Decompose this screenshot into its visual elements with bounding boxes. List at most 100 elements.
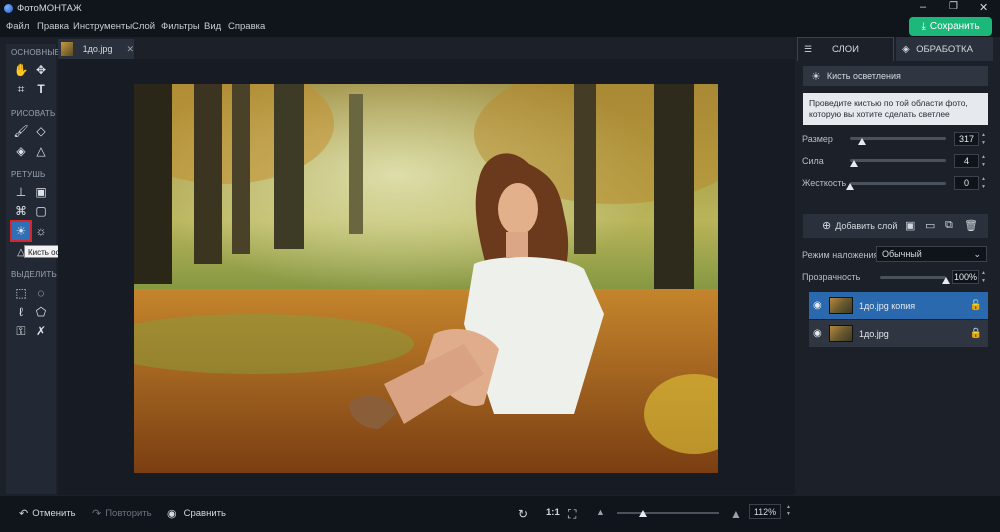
patch-tool-icon[interactable]: ▣ — [32, 183, 50, 201]
blend-mode-select[interactable]: Обычный ⌄ — [876, 246, 987, 262]
sliders-icon: ☰ — [804, 44, 813, 54]
strength-slider[interactable] — [850, 159, 946, 162]
zoom-slider[interactable] — [617, 512, 719, 514]
zoom-in-icon[interactable]: ▲ — [730, 507, 742, 521]
lock-icon[interactable]: 🔒 — [970, 328, 982, 339]
text-tool-icon[interactable]: T — [32, 80, 50, 98]
duplicate-layer-icon[interactable]: ⧉ — [945, 219, 953, 232]
strength-input[interactable]: 4 — [954, 154, 979, 168]
autumn-portrait-photo — [134, 84, 718, 473]
undo-label: Отменить — [32, 508, 76, 519]
hardness-input[interactable]: 0 — [954, 176, 979, 190]
plus-circle-icon: ⊕ — [822, 220, 832, 232]
zoom-value: 112% — [753, 506, 777, 517]
ratio-button[interactable]: 1:1 — [546, 507, 560, 518]
strength-slider-thumb[interactable] — [849, 160, 858, 167]
fill-tool-icon[interactable]: ◈ — [12, 142, 30, 160]
strength-label: Сила — [802, 156, 824, 166]
unlock-icon[interactable]: 🔓 — [970, 300, 982, 311]
save-button[interactable]: ⤓ Сохранить — [909, 17, 992, 36]
compare-label: Сравнить — [183, 508, 226, 519]
eye-icon[interactable]: ◉ — [813, 328, 822, 339]
opacity-slider[interactable] — [880, 276, 946, 279]
menu-edit[interactable]: Правка — [37, 21, 69, 32]
size-input[interactable]: 317 — [954, 132, 979, 146]
document-thumbnail — [61, 42, 73, 56]
tab-processing-label: ОБРАБОТКА — [916, 43, 973, 55]
crop-tool-icon[interactable]: ⌗ — [12, 80, 30, 98]
stamp-tool-icon[interactable]: ⊥ — [12, 183, 30, 201]
dodge-brush-tool-icon[interactable]: ☀ — [10, 220, 32, 242]
eraser-tool-icon[interactable]: ◇ — [32, 122, 50, 140]
ellipse-select-icon[interactable]: ◌ — [32, 284, 50, 302]
poly-lasso-icon[interactable]: ⬠ — [32, 303, 50, 321]
zoom-slider-thumb[interactable] — [638, 510, 647, 517]
add-image-icon[interactable]: ▣ — [905, 219, 915, 232]
magic-select-icon[interactable]: ⚿ — [12, 322, 30, 340]
chevron-down-icon: ⌄ — [973, 248, 981, 259]
tab-layers[interactable]: ☰ СЛОИ — [797, 37, 894, 61]
undo-icon: ↶ — [19, 508, 29, 520]
menu-filters[interactable]: Фильтры — [161, 21, 200, 32]
menu-tools[interactable]: Инструменты — [73, 21, 132, 32]
opacity-input[interactable]: 100% — [952, 270, 979, 284]
tool-header-label: Кисть осветления — [826, 71, 901, 81]
redo-icon: ↷ — [92, 508, 102, 520]
layer-row[interactable]: ◉ 1до.jpg 🔒 — [809, 320, 988, 347]
close-tab-icon[interactable]: ✕ — [126, 44, 134, 55]
section-basic: ОСНОВНЫЕ — [11, 48, 61, 57]
maximize-button[interactable]: ❐ — [949, 1, 958, 12]
document-tab[interactable]: 1до.jpg ✕ — [58, 39, 134, 59]
hardness-slider[interactable] — [850, 182, 946, 185]
redo-button[interactable]: ↷ Повторить — [92, 507, 152, 520]
zoom-stepper[interactable]: ▲ ▼ — [786, 504, 791, 518]
healing-tool-icon[interactable]: ⌘ — [12, 202, 30, 220]
menu-file[interactable]: Файл — [6, 21, 29, 32]
frame-tool-icon[interactable]: ▢ — [32, 202, 50, 220]
menu-help[interactable]: Справка — [228, 21, 265, 32]
close-button[interactable]: ✕ — [979, 1, 988, 14]
app-title: ФотоМОНТАЖ — [17, 3, 82, 14]
tab-processing[interactable]: ◈ ОБРАБОТКА — [896, 37, 993, 61]
opacity-label: Прозрачность — [802, 272, 861, 282]
opacity-stepper[interactable]: ▲ ▼ — [981, 270, 987, 284]
delete-layer-icon[interactable]: 🗑 — [964, 219, 978, 232]
folder-icon[interactable]: ▭ — [925, 219, 935, 232]
hardness-stepper[interactable]: ▲ ▼ — [981, 176, 987, 190]
hardness-slider-thumb[interactable] — [846, 183, 854, 190]
document-tabs — [58, 37, 795, 59]
burn-brush-tool-icon[interactable]: ☼ — [32, 222, 50, 240]
reset-view-icon[interactable]: ↻ — [518, 507, 528, 521]
size-value: 317 — [958, 134, 975, 144]
strength-stepper[interactable]: ▲ ▼ — [981, 154, 987, 168]
menu-layer[interactable]: Слой — [132, 21, 155, 32]
shapes-tool-icon[interactable]: △ — [32, 142, 50, 160]
layer-thumbnail — [829, 325, 853, 342]
layer-thumbnail — [829, 297, 853, 314]
size-stepper[interactable]: ▲ ▼ — [981, 132, 987, 146]
magic-wand-icon[interactable]: ✗ — [32, 322, 50, 340]
section-retouch: РЕТУШЬ — [11, 170, 46, 179]
opacity-slider-thumb[interactable] — [942, 277, 950, 284]
undo-button[interactable]: ↶ Отменить — [19, 507, 76, 520]
app-logo-icon — [4, 4, 13, 13]
add-layer-button[interactable]: ⊕ Добавить слой — [822, 219, 897, 232]
strength-value: 4 — [963, 156, 969, 166]
rect-select-icon[interactable]: ⬚ — [12, 284, 30, 302]
eye-icon[interactable]: ◉ — [813, 300, 822, 311]
menu-view[interactable]: Вид — [204, 21, 221, 32]
layer-row[interactable]: ◉ 1до.jpg копия 🔓 — [809, 292, 988, 319]
hand-tool-icon[interactable]: ✋ — [12, 61, 30, 79]
hardness-label: Жесткость — [802, 178, 847, 188]
eye-icon: ◉ — [167, 508, 177, 520]
zoom-field[interactable]: 112% — [749, 504, 781, 519]
lasso-select-icon[interactable]: ℓ — [12, 303, 30, 321]
size-slider-thumb[interactable] — [857, 138, 866, 145]
photo-canvas[interactable] — [134, 84, 718, 473]
compare-button[interactable]: ◉ Сравнить — [167, 507, 226, 520]
move-tool-icon[interactable]: ✥ — [32, 61, 50, 79]
zoom-out-icon[interactable]: ▲ — [596, 507, 605, 517]
brush-tool-icon[interactable]: 🖌 — [12, 122, 30, 140]
fit-screen-icon[interactable]: ⛶ — [568, 507, 576, 522]
minimize-button[interactable]: – — [920, 1, 926, 13]
